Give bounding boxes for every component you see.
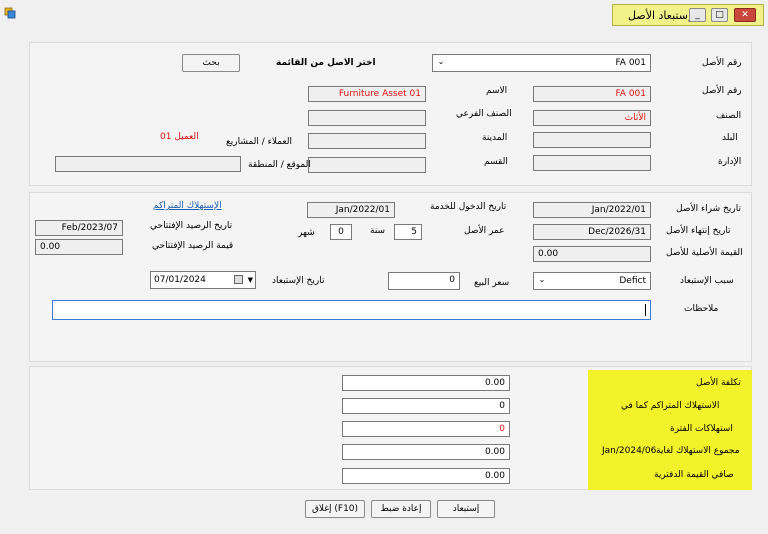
country-field <box>533 132 651 148</box>
subcategory-label: الصنف الفرعي <box>456 109 512 119</box>
close-window-button[interactable]: ✕ <box>734 8 756 22</box>
city-label: المدينة <box>482 133 508 143</box>
asset-number-combo[interactable]: ⌄ FA 001 <box>432 54 651 72</box>
search-button[interactable]: بحث <box>182 54 240 72</box>
accumulated-depreciation-as-of-label: الاستهلاك المتراكم كما في <box>621 401 720 411</box>
disposal-reason-combo[interactable]: ⌄ Defict <box>533 272 651 290</box>
asset-number-label: رقم الأصل <box>702 58 742 68</box>
opening-balance-date-field: Feb/2023/07 <box>35 220 123 236</box>
chevron-down-icon[interactable]: ▼ <box>248 273 253 287</box>
name-label: الاسم <box>486 86 508 96</box>
title-panel: إستبعاد الأصل _ □ ✕ <box>612 4 764 26</box>
asset-cost-label: تكلفة الأصل <box>696 378 741 388</box>
notes-input[interactable] <box>52 300 651 320</box>
notes-label: ملاحظات <box>684 304 719 314</box>
original-value-field: 0.00 <box>533 246 651 262</box>
customers-projects-label: العملاء / المشاريع <box>226 137 293 147</box>
department-field <box>533 155 651 171</box>
minimize-button[interactable]: _ <box>689 8 706 22</box>
end-date-field: Dec/2026/31 <box>533 224 651 240</box>
customer-value: العميل 01 <box>160 132 199 142</box>
asset-name-field: Furniture Asset 01 <box>308 86 426 102</box>
service-date-field: Jan/2022/01 <box>307 202 395 218</box>
net-book-value-field: 0.00 <box>342 468 510 484</box>
choose-from-list-label: اختر الاصل من القائمة <box>276 58 376 68</box>
app-icon <box>4 7 16 19</box>
text-cursor <box>645 304 646 316</box>
sale-price-label: سعر البيع <box>474 278 510 288</box>
country-label: البلد <box>722 133 738 143</box>
service-date-label: تاريخ الدخول للخدمة <box>430 202 507 212</box>
asset-cost-field: 0.00 <box>342 375 510 391</box>
disposal-date-picker[interactable]: 07/01/2024 ▼ <box>150 271 256 289</box>
years-label: سنة <box>370 226 386 236</box>
disposal-reason-value: Defict <box>619 276 646 286</box>
opening-balance-value-label: قيمة الرصيد الإفتتاحي <box>152 241 234 251</box>
end-date-label: تاريخ إنتهاء الأصل <box>666 226 731 236</box>
reset-button[interactable]: إعادة ضبط <box>371 500 431 518</box>
close-button[interactable]: إغلاق (F10) <box>305 500 365 518</box>
asset-number-combo-value: FA 001 <box>615 58 646 68</box>
period-depreciation-label: استهلاكات الفترة <box>670 424 733 434</box>
disposal-reason-label: سبب الإستبعاد <box>680 276 734 286</box>
total-depreciation-label: مجموع الاستهلاك لغاية <box>656 446 740 456</box>
section-field <box>308 157 426 173</box>
opening-balance-value-field: 0.00 <box>35 239 123 255</box>
net-book-value-label: صافي القيمة الدفترية <box>654 470 734 480</box>
total-depreciation-field: 0.00 <box>342 444 510 460</box>
accumulated-depreciation-field: 0 <box>342 398 510 414</box>
location-region-label: الموقع / المنطقة <box>248 160 311 170</box>
asset-number2-label: رقم الأصل <box>702 86 742 96</box>
accumulated-depreciation-link[interactable]: الإستهلاك المتراكم <box>153 201 222 211</box>
location-field <box>55 156 241 172</box>
chevron-down-icon: ⌄ <box>437 57 445 66</box>
chevron-down-icon: ⌄ <box>538 275 546 284</box>
department-label: الإدارة <box>718 157 742 167</box>
window-title: إستبعاد الأصل <box>628 9 691 22</box>
category-label: الصنف <box>716 111 742 121</box>
city-field <box>308 133 426 149</box>
years-field[interactable]: 5 <box>394 224 422 240</box>
maximize-button[interactable]: □ <box>711 8 728 22</box>
months-label: شهر <box>298 228 315 238</box>
title-bar: إستبعاد الأصل _ □ ✕ <box>0 0 768 30</box>
disposal-date-value: 07/01/2024 <box>154 275 206 285</box>
original-value-label: القيمة الأصلية للأصل <box>666 248 743 258</box>
dispose-button[interactable]: إستبعاد <box>437 500 495 518</box>
months-field[interactable]: 0 <box>330 224 352 240</box>
purchase-date-label: تاريخ شراء الأصل <box>676 204 741 214</box>
total-depreciation-date: Jan/2024/06 <box>602 446 657 456</box>
opening-balance-date-label: تاريخ الرصيد الإفتتاحي <box>150 221 233 231</box>
subcategory-field <box>308 110 426 126</box>
calendar-icon[interactable] <box>234 275 243 284</box>
asset-age-label: عمر الأصل <box>464 226 505 236</box>
sale-price-field[interactable]: 0 <box>388 272 460 290</box>
period-depreciation-field: 0 <box>342 421 510 437</box>
purchase-date-field: Jan/2022/01 <box>533 202 651 218</box>
section-label: القسم <box>484 157 508 167</box>
asset-number-field: FA 001 <box>533 86 651 102</box>
disposal-date-label: تاريخ الإستبعاد <box>272 276 325 286</box>
category-field: الأثاث <box>533 110 651 126</box>
